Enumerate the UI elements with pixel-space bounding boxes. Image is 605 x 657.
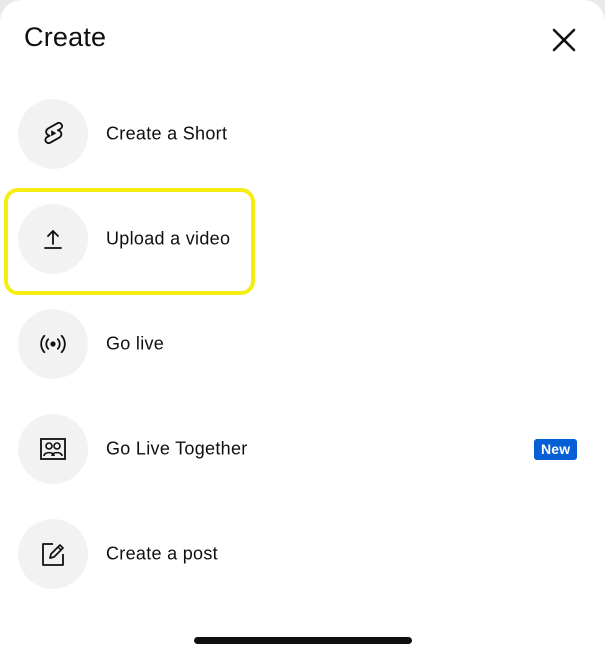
create-post-icon-circle: [18, 519, 88, 589]
upload-video-item[interactable]: Upload a video: [0, 186, 605, 291]
create-short-icon-circle: [18, 99, 88, 169]
edit-post-icon: [42, 543, 64, 566]
shorts-icon: [44, 122, 63, 144]
live-broadcast-icon: [40, 334, 66, 354]
create-post-label: Create a post: [106, 543, 218, 563]
close-icon: [552, 28, 576, 52]
create-short-label: Create a Short: [106, 123, 228, 143]
go-live-together-icon-circle: [18, 414, 88, 484]
upload-video-label: Upload a video: [106, 228, 231, 248]
upload-icon: [44, 230, 62, 249]
home-indicator[interactable]: [194, 637, 412, 644]
sheet-title: Create: [24, 22, 107, 52]
create-post-item[interactable]: Create a post: [0, 501, 605, 606]
upload-video-icon-circle: [18, 204, 88, 274]
go-live-icon-circle: [18, 309, 88, 379]
go-live-together-label: Go Live Together: [106, 438, 248, 458]
create-sheet: Create Create a Short Upload a video Go …: [0, 0, 605, 657]
close-button[interactable]: [548, 24, 580, 56]
go-live-together-item[interactable]: Go Live Together: [0, 396, 605, 501]
new-badge: New: [534, 439, 578, 460]
go-live-label: Go live: [106, 333, 165, 353]
create-short-item[interactable]: Create a Short: [0, 81, 605, 186]
go-live-together-icon: [40, 438, 66, 460]
go-live-item[interactable]: Go live: [0, 291, 605, 396]
